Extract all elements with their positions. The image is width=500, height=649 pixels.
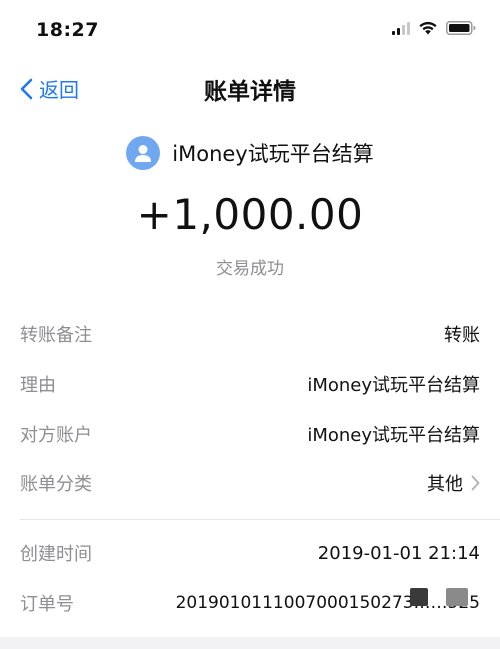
- meta-label: 创建时间: [20, 544, 92, 565]
- status-time: 18:27: [36, 19, 99, 41]
- privacy-mask: [410, 588, 428, 606]
- detail-label: 对方账户: [20, 425, 92, 446]
- detail-value: 其他: [427, 474, 463, 495]
- meta-row-created: 创建时间 2019-01-01 21:14: [20, 538, 480, 568]
- detail-row-reason: 理由 iMoney试玩平台结算: [20, 369, 480, 399]
- meta-label: 订单号: [20, 594, 74, 615]
- meta-value: 2019-01-01 21:14: [317, 542, 480, 564]
- counterparty-name: iMoney试玩平台结算: [172, 142, 374, 166]
- status-bar: 18:27: [0, 0, 500, 58]
- chevron-right-icon: [471, 475, 480, 491]
- detail-label: 转账备注: [20, 325, 92, 346]
- detail-row-remark: 转账备注 转账: [20, 319, 480, 349]
- nav-bar: 返回 账单详情: [0, 66, 500, 110]
- page-title: 账单详情: [204, 79, 296, 105]
- transaction-amount: +1,000.00: [136, 190, 364, 239]
- detail-value: iMoney试玩平台结算: [307, 375, 480, 396]
- detail-label: 理由: [20, 375, 56, 396]
- order-number: 2019010111007000150273……525: [175, 593, 480, 613]
- detail-row-account: 对方账户 iMoney试玩平台结算: [20, 419, 480, 449]
- detail-row-category[interactable]: 账单分类 其他: [20, 468, 480, 498]
- battery-icon: [446, 21, 476, 35]
- category-value[interactable]: 其他: [427, 470, 480, 496]
- status-icons: [392, 21, 476, 35]
- avatar: [126, 136, 161, 170]
- section-divider: [20, 519, 500, 520]
- counterparty-header: iMoney试玩平台结算: [0, 136, 500, 170]
- signal-icon: [392, 21, 410, 35]
- detail-label: 账单分类: [20, 474, 92, 495]
- privacy-mask: [446, 588, 468, 606]
- wifi-icon: [419, 21, 437, 35]
- transaction-status: 交易成功: [216, 259, 284, 279]
- bottom-band: [0, 637, 500, 649]
- person-icon: [135, 145, 152, 162]
- detail-value: 转账: [444, 325, 480, 346]
- detail-value: iMoney试玩平台结算: [307, 425, 480, 446]
